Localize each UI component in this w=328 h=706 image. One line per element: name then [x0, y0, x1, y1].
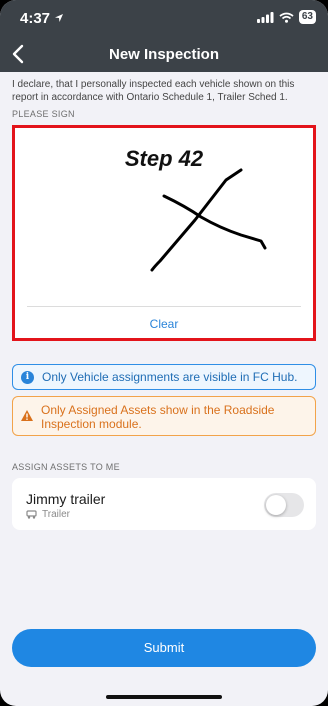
submit-button[interactable]: Submit	[12, 629, 316, 667]
info-notice-text: Only Vehicle assignments are visible in …	[42, 370, 298, 384]
signature-baseline	[27, 306, 301, 307]
status-icons: 63	[256, 10, 316, 24]
warning-notice: Only Assigned Assets show in the Roadsid…	[12, 396, 316, 436]
assign-asset-toggle[interactable]	[264, 493, 304, 517]
asset-type-text: Trailer	[42, 509, 70, 520]
signature-drawing	[150, 168, 267, 272]
warning-notice-text: Only Assigned Assets show in the Roadsid…	[41, 403, 275, 431]
signature-pad[interactable]: Step 42 Clear	[12, 125, 316, 341]
signal-icon	[256, 11, 274, 23]
status-time-text: 4:37	[20, 10, 51, 27]
info-icon: i	[21, 370, 34, 384]
header: 4:37 63 New Inspection	[0, 0, 328, 72]
toggle-knob	[266, 495, 286, 515]
asset-row: Jimmy trailer Trailer	[12, 478, 316, 530]
please-sign-label: PLEASE SIGN	[12, 109, 75, 119]
trailer-icon	[26, 510, 37, 519]
location-arrow-icon	[55, 14, 64, 22]
warning-icon	[21, 410, 33, 421]
clear-signature-button[interactable]: Clear	[15, 317, 313, 331]
home-indicator[interactable]	[106, 695, 222, 699]
asset-type: Trailer	[26, 509, 70, 520]
declaration-text: I declare, that I personally inspected e…	[12, 79, 295, 103]
battery-icon: 63	[298, 10, 316, 24]
status-time: 4:37	[20, 10, 64, 27]
assign-assets-label: ASSIGN ASSETS TO ME	[12, 462, 120, 472]
wifi-icon	[279, 12, 294, 23]
asset-name: Jimmy trailer	[26, 491, 106, 507]
page-title: New Inspection	[108, 46, 220, 63]
info-notice: i Only Vehicle assignments are visible i…	[12, 364, 316, 390]
phone-screen: 4:37 63 New Inspection I declare, that I…	[0, 0, 328, 706]
